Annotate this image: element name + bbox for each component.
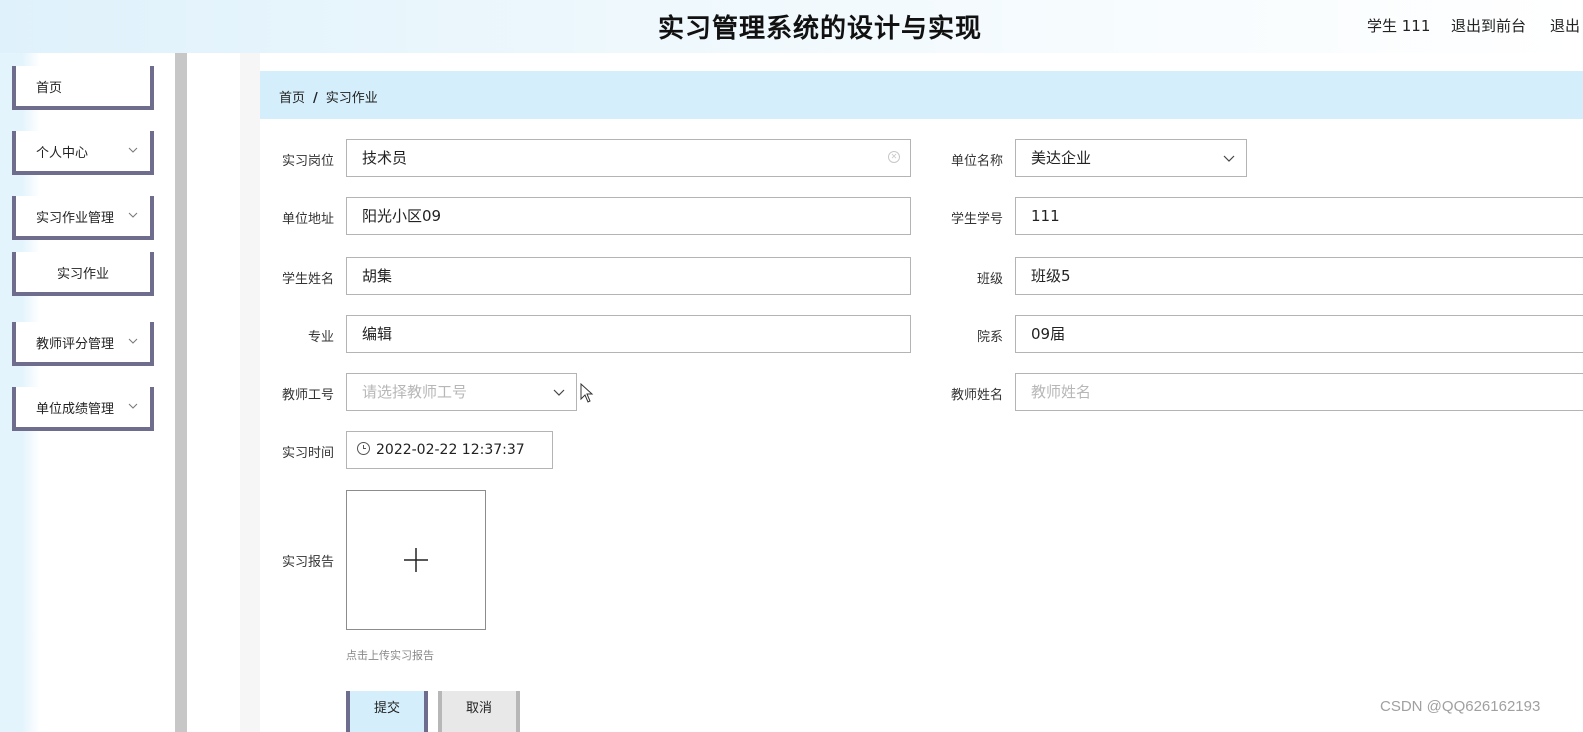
- submit-button[interactable]: 提交: [346, 691, 428, 732]
- sidebar-item-company-score-mgmt[interactable]: 单位成绩管理: [12, 387, 154, 431]
- major-label: 专业: [307, 330, 334, 345]
- teacher-no-label: 教师工号: [281, 388, 334, 403]
- company-value: 美达企业: [1031, 149, 1092, 167]
- student-no-value: 111: [1031, 207, 1060, 225]
- department-label: 院系: [976, 330, 1003, 345]
- position-input[interactable]: 技术员 ✕: [346, 139, 911, 177]
- sidebar-item-teacher-score-mgmt[interactable]: 教师评分管理: [12, 322, 154, 366]
- department-input[interactable]: 09届: [1015, 315, 1583, 353]
- watermark: CSDN @QQ626162193: [1380, 698, 1541, 715]
- top-header: 实习管理系统的设计与实现 学生 111 退出到前台 退出: [0, 0, 1583, 53]
- time-value: 2022-02-22 12:37:37: [376, 442, 525, 458]
- breadcrumb-home[interactable]: 首页: [279, 91, 305, 106]
- sidebar-item-label: 实习作业管理: [36, 210, 115, 226]
- teacher-no-select[interactable]: 请选择教师工号: [346, 373, 577, 411]
- position-label: 实习岗位: [281, 154, 334, 169]
- position-value: 技术员: [362, 149, 408, 167]
- clock-icon: [357, 442, 370, 455]
- student-name-value: 胡集: [362, 267, 393, 285]
- department-value: 09届: [1031, 325, 1066, 343]
- clear-icon[interactable]: ✕: [888, 151, 900, 163]
- time-label: 实习时间: [281, 446, 334, 461]
- report-upload-button[interactable]: [346, 490, 486, 630]
- upload-hint: 点击上传实习报告: [346, 649, 434, 662]
- chevron-down-icon: [128, 212, 138, 218]
- student-name-input[interactable]: 胡集: [346, 257, 911, 295]
- sidebar-item-personal-center[interactable]: 个人中心: [12, 131, 154, 175]
- address-value: 阳光小区09: [362, 207, 442, 225]
- time-picker[interactable]: 2022-02-22 12:37:37: [346, 431, 553, 469]
- major-value: 编辑: [362, 325, 393, 343]
- class-value: 班级5: [1031, 267, 1071, 285]
- address-label: 单位地址: [281, 212, 334, 227]
- sidebar-item-label: 单位成绩管理: [36, 401, 115, 417]
- sidebar-item-internship-work-mgmt[interactable]: 实习作业管理: [12, 196, 154, 240]
- teacher-no-placeholder: 请选择教师工号: [362, 383, 468, 401]
- class-input[interactable]: 班级5: [1015, 257, 1583, 295]
- chevron-down-icon: [1223, 155, 1235, 162]
- mouse-cursor-icon: [580, 383, 594, 403]
- breadcrumb-current: 实习作业: [325, 91, 378, 106]
- teacher-name-input[interactable]: 教师姓名: [1015, 373, 1583, 411]
- plus-icon: [404, 548, 428, 572]
- student-no-label: 学生学号: [950, 212, 1003, 227]
- student-no-input[interactable]: 111: [1015, 197, 1583, 235]
- major-input[interactable]: 编辑: [346, 315, 911, 353]
- sidebar-subitem-internship-work[interactable]: 实习作业: [12, 252, 154, 296]
- company-label: 单位名称: [950, 154, 1003, 169]
- teacher-name-label: 教师姓名: [950, 388, 1003, 403]
- breadcrumb: 首页 / 实习作业: [279, 87, 378, 106]
- address-input[interactable]: 阳光小区09: [346, 197, 911, 235]
- sidebar-item-label: 首页: [36, 80, 63, 96]
- breadcrumb-bar: 首页 / 实习作业: [260, 71, 1583, 119]
- exit-to-frontend-link[interactable]: 退出到前台: [1451, 15, 1526, 36]
- company-select[interactable]: 美达企业: [1015, 139, 1247, 177]
- sidebar-item-label: 个人中心: [36, 145, 89, 161]
- sidebar-divider: [175, 53, 187, 732]
- class-label: 班级: [976, 272, 1003, 287]
- sidebar-item-label: 实习作业: [56, 266, 109, 282]
- exit-system-link[interactable]: 退出: [1550, 15, 1580, 36]
- cancel-button[interactable]: 取消: [438, 691, 520, 732]
- chevron-down-icon: [128, 403, 138, 409]
- app-title: 实习管理系统的设计与实现: [657, 14, 982, 44]
- report-label: 实习报告: [281, 555, 334, 570]
- chevron-down-icon: [128, 147, 138, 153]
- sidebar-item-home[interactable]: 首页: [12, 66, 154, 110]
- current-user: 学生 111: [1367, 17, 1431, 35]
- teacher-name-placeholder: 教师姓名: [1031, 383, 1092, 401]
- chevron-down-icon: [128, 338, 138, 344]
- student-name-label: 学生姓名: [281, 272, 334, 287]
- sidebar-item-label: 教师评分管理: [36, 336, 115, 352]
- chevron-down-icon: [553, 389, 565, 396]
- breadcrumb-separator: /: [313, 91, 318, 106]
